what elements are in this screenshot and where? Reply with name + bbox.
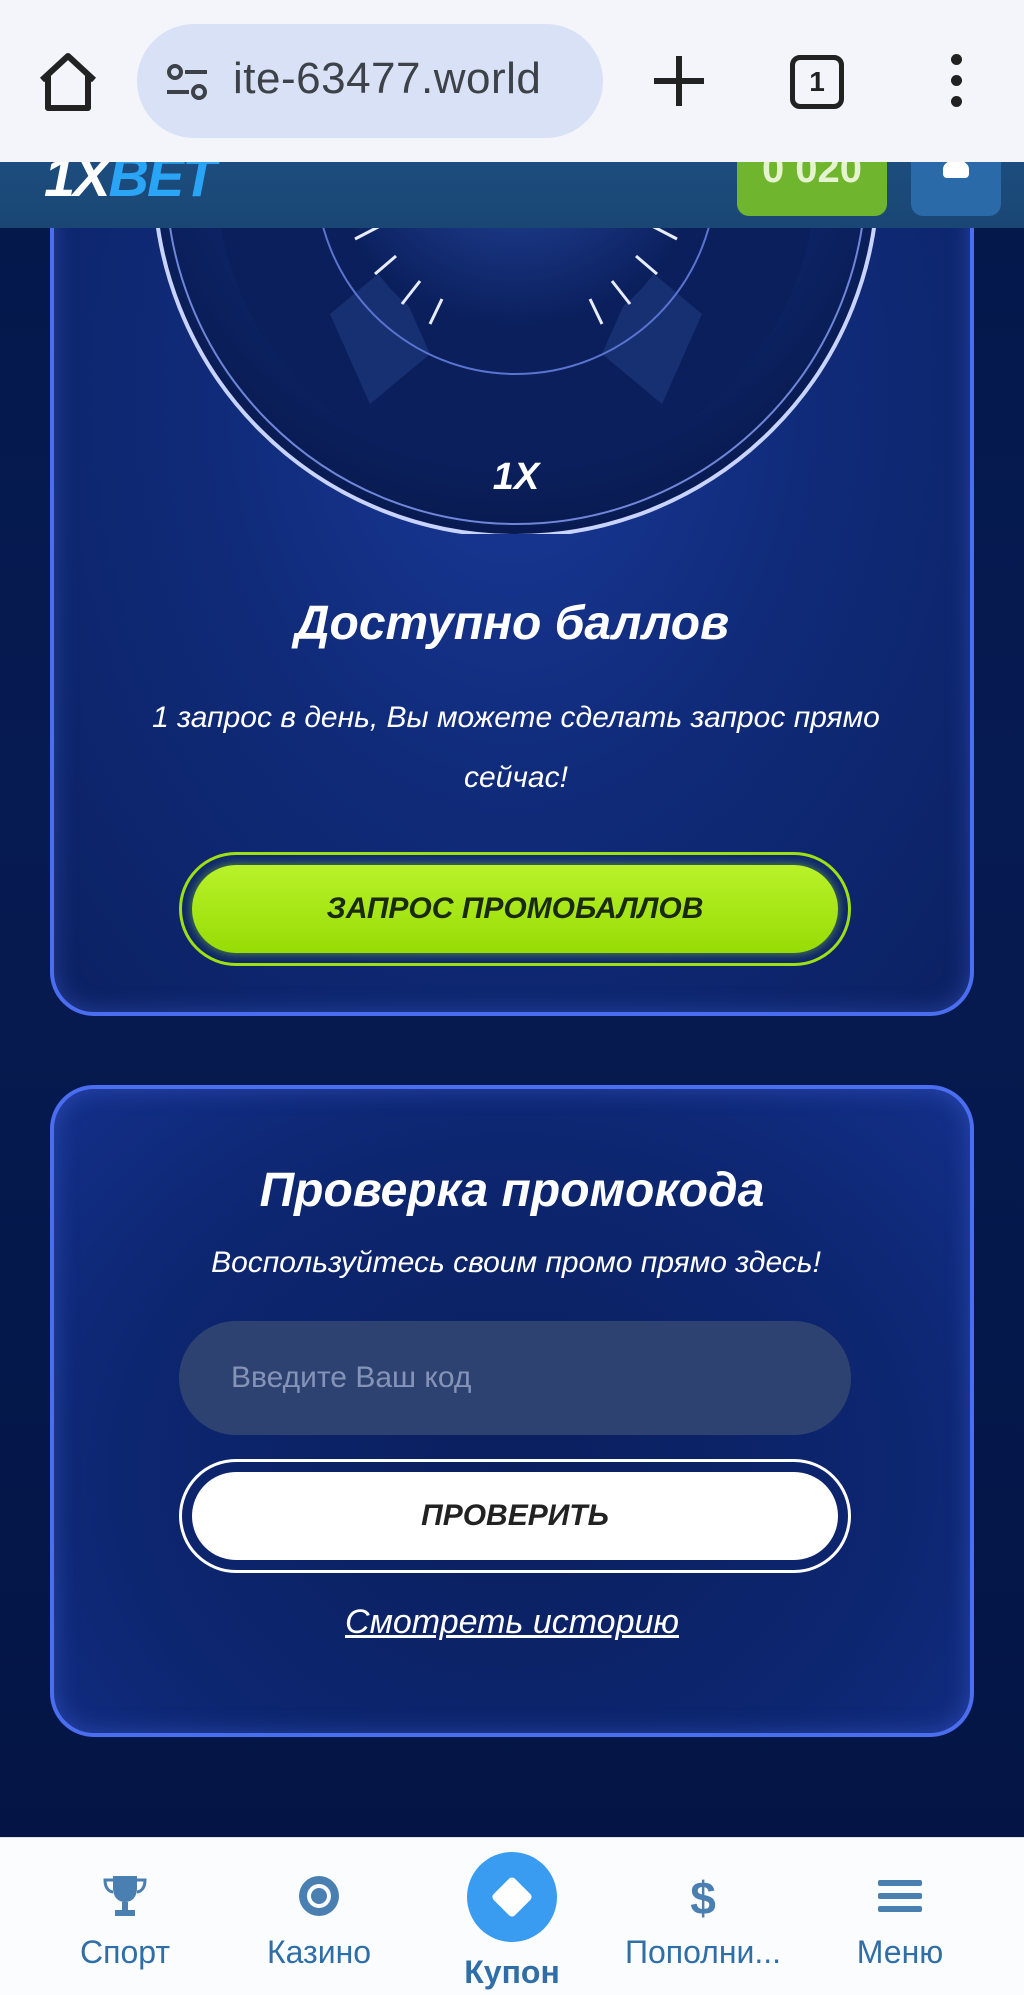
page: 1XBET 0 020 1X Доступно баллов 1 запрос … [0, 0, 1024, 1995]
nav-deposit[interactable]: $ Пополни... [610, 1838, 796, 1995]
bottom-navigation: Спорт Казино Купон $ Пополни... Меню [0, 1837, 1024, 1995]
trophy-icon [103, 1876, 147, 1916]
nav-casino-label: Казино [266, 1934, 372, 1970]
promo-check-subtitle: Воспользуйтесь своим промо прямо здесь! [211, 1246, 821, 1279]
promo-check-card: Проверка промокода Воспользуйтесь своим … [50, 1085, 974, 1737]
dollar-icon: $ [690, 1872, 716, 1920]
nav-menu-label: Меню [856, 1934, 944, 1970]
new-tab-icon[interactable] [648, 50, 710, 112]
user-icon [943, 162, 969, 178]
more-options-icon[interactable] [944, 54, 968, 114]
promo-check-title: Проверка промокода [259, 1164, 765, 1217]
url-text[interactable]: ite-63477.world [233, 54, 541, 104]
nav-sport-label: Спорт [80, 1934, 170, 1970]
home-icon[interactable] [34, 48, 102, 116]
balance-button[interactable]: 0 020 [737, 162, 887, 216]
nav-deposit-label: Пополни... [624, 1934, 782, 1970]
nav-coupon[interactable]: Купон [450, 1838, 574, 1995]
svg-text:$: $ [690, 1872, 716, 1920]
coupon-ticket-icon [467, 1852, 557, 1942]
site-logo[interactable]: 1XBET [44, 162, 217, 209]
points-subtitle: 1 запрос в день, Вы можете сделать запро… [152, 701, 880, 794]
check-promo-label: ПРОВЕРИТЬ [192, 1472, 838, 1560]
promo-code-input[interactable] [179, 1321, 851, 1435]
check-promo-button[interactable]: ПРОВЕРИТЬ [179, 1459, 851, 1573]
user-account-button[interactable] [911, 162, 1001, 216]
browser-toolbar: ite-63477.world 1 [0, 0, 1024, 162]
points-title: Доступно баллов [294, 597, 730, 650]
nav-sport[interactable]: Спорт [60, 1838, 190, 1995]
casino-chip-icon [299, 1876, 339, 1916]
view-history-link[interactable]: Смотреть историю [54, 1603, 970, 1642]
nav-casino[interactable]: Казино [244, 1838, 394, 1995]
site-settings-icon[interactable] [163, 58, 211, 106]
points-card: 1X Доступно баллов 1 запрос в день, Вы м… [50, 120, 974, 1016]
address-bar[interactable]: ite-63477.world [137, 24, 603, 138]
tab-switcher-button[interactable]: 1 [790, 55, 844, 109]
hamburger-menu-icon [878, 1880, 922, 1912]
nav-coupon-label: Купон [464, 1954, 560, 1990]
dial-logo: 1X [493, 456, 542, 498]
site-header: 1XBET 0 020 [0, 162, 1024, 228]
request-promo-points-button[interactable]: ЗАПРОС ПРОМОБАЛЛОВ [179, 852, 851, 966]
nav-menu[interactable]: Меню [840, 1838, 960, 1995]
request-promo-points-label: ЗАПРОС ПРОМОБАЛЛОВ [192, 865, 838, 953]
